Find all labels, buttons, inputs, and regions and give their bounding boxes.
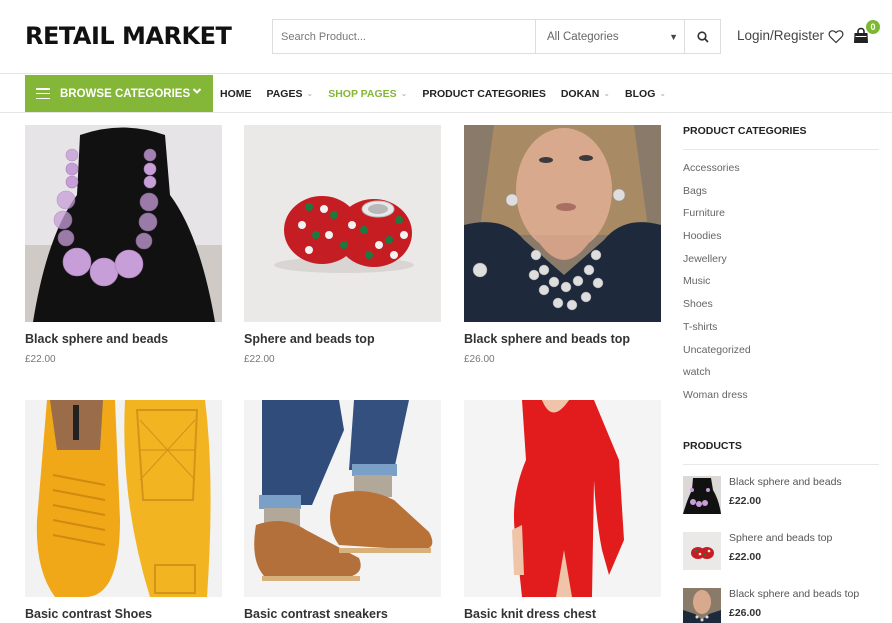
search-button[interactable] [685,20,720,53]
heart-icon[interactable] [828,29,844,44]
search-bar: All Categories ▼ [272,19,721,54]
product-image-suede-desert-boots[interactable] [244,400,441,597]
site-header: RETAIL MARKET All Categories ▼ Login/Reg… [0,0,892,74]
search-input[interactable] [273,20,536,53]
product-price: £22.00 [244,354,275,365]
product-image-purple-bead-necklace[interactable] [25,125,222,322]
nav-item-blog[interactable]: BLOG ⌄ [625,88,666,100]
category-link[interactable]: Woman dress [683,388,879,411]
nav-item-label: PRODUCT CATEGORIES [422,87,546,100]
widget-title-product-categories: PRODUCT CATEGORIES [683,125,879,150]
nav-item-product-categories[interactable]: PRODUCT CATEGORIES [422,88,545,100]
category-select-value: All Categories [547,30,619,43]
chevron-down-icon: ⌄ [659,89,667,98]
sidebar-product-name[interactable]: Sphere and beads top [729,532,832,544]
nav-item-label: PAGES [266,87,303,100]
login-register-link[interactable]: Login/Register [737,28,824,43]
main-navigation: BROWSE CATEGORIES HOME PAGES ⌄ SHOP PAGES… [0,74,892,113]
nav-item-label: BLOG [625,87,656,100]
product-card: Basic contrast sneakers [244,400,441,621]
product-name[interactable]: Black sphere and beads [25,332,222,346]
product-image-woman-pearl-necklace[interactable] [464,125,661,322]
nav-item-home[interactable]: HOME [220,88,252,100]
sidebar-product-name[interactable]: Black sphere and beads top [729,588,859,600]
chevron-down-icon [192,88,202,94]
category-link[interactable]: Music [683,274,879,297]
search-icon [696,30,709,43]
sidebar-product-price: £22.00 [729,495,762,507]
product-name[interactable]: Sphere and beads top [244,332,441,346]
category-link[interactable]: Uncategorized [683,343,879,366]
sidebar-product-item: Black sphere and beads top £26.00 [683,588,879,623]
category-link[interactable]: Shoes [683,297,879,320]
sidebar-product-thumb[interactable] [683,588,721,623]
caret-down-icon: ▼ [669,31,678,42]
product-card: Black sphere and beads £22.00 [25,125,222,365]
product-name[interactable]: Basic contrast sneakers [244,607,441,621]
product-name[interactable]: Black sphere and beads top [464,332,661,346]
product-image-red-green-charm-beads[interactable] [244,125,441,322]
sidebar-product-name[interactable]: Black sphere and beads [729,476,842,488]
category-link[interactable]: Hoodies [683,229,879,252]
category-link[interactable]: Furniture [683,206,879,229]
chevron-down-icon: ⌄ [400,89,408,98]
site-logo[interactable]: RETAIL MARKET [25,22,232,50]
sidebar-product-thumb[interactable] [683,476,721,514]
cart-count-badge: 0 [866,20,880,34]
category-link[interactable]: Jewellery [683,252,879,275]
category-list: Accessories Bags Furniture Hoodies Jewel… [683,161,879,411]
widget-title-products: PRODUCTS [683,440,879,465]
product-card: Basic knit dress chest [464,400,661,621]
product-image-red-dress[interactable] [464,400,661,597]
category-link[interactable]: T-shirts [683,320,879,343]
sidebar-product-price: £26.00 [729,607,762,619]
sidebar-product-price: £22.00 [729,551,762,563]
chevron-down-icon: ⌄ [306,89,314,98]
nav-item-label: SHOP PAGES [328,87,397,100]
nav-item-dokan[interactable]: DOKAN ⌄ [561,88,610,100]
sidebar-product-item: Sphere and beads top £22.00 [683,532,879,572]
category-select[interactable]: All Categories ▼ [536,20,685,53]
browse-categories-label: BROWSE CATEGORIES [60,87,191,100]
category-link[interactable]: watch [683,365,879,388]
sidebar-product-item: Black sphere and beads £22.00 [683,476,879,516]
nav-item-label: DOKAN [560,87,600,100]
sidebar-product-thumb[interactable] [683,532,721,570]
product-card: Sphere and beads top £22.00 [244,125,441,365]
nav-item-label: HOME [220,87,252,100]
product-price: £22.00 [25,354,56,365]
product-card: Basic contrast Shoes [25,400,222,621]
chevron-down-icon: ⌄ [603,89,611,98]
nav-item-pages[interactable]: PAGES ⌄ [267,88,314,100]
category-link[interactable]: Bags [683,184,879,207]
product-card: Black sphere and beads top £26.00 [464,125,661,365]
browse-categories-button[interactable]: BROWSE CATEGORIES [25,75,213,112]
products-widget: PRODUCTS Black sphere and beads £22.00 S… [683,440,879,623]
hamburger-icon [36,88,50,99]
nav-menu: HOME PAGES ⌄ SHOP PAGES ⌄ PRODUCT CATEGORI… [220,74,681,113]
product-image-yellow-sneakers[interactable] [25,400,222,597]
product-price: £26.00 [464,354,495,365]
nav-item-shop-pages[interactable]: SHOP PAGES ⌄ [328,88,407,100]
product-name[interactable]: Basic contrast Shoes [25,607,222,621]
product-name[interactable]: Basic knit dress chest [464,607,661,621]
category-link[interactable]: Accessories [683,161,879,184]
product-categories-widget: PRODUCT CATEGORIES Accessories Bags Furn… [683,125,879,411]
